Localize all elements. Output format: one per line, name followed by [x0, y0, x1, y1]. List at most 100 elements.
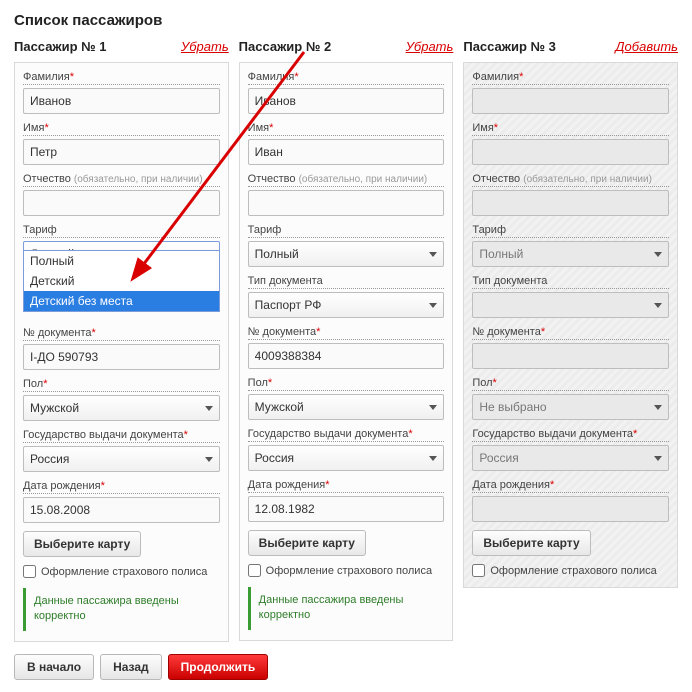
- sex-label: Пол*: [248, 377, 445, 391]
- docno-label: № документа*: [472, 326, 669, 340]
- dob-label: Дата рождения*: [23, 480, 220, 494]
- patronymic-input[interactable]: [23, 190, 220, 216]
- chevron-down-icon: [654, 405, 662, 410]
- passenger-col-2: Пассажир № 2 Убрать Фамилия* Имя* Отчест…: [239, 37, 454, 642]
- insurance-label: Оформление страхового полиса: [266, 565, 432, 577]
- passenger-columns: Пассажир № 1 Убрать Фамилия* Имя* Отчест…: [14, 37, 678, 642]
- chevron-down-icon: [429, 405, 437, 410]
- name-input[interactable]: [248, 139, 445, 165]
- select-card-button[interactable]: Выберите карту: [23, 531, 141, 557]
- surname-input[interactable]: [472, 88, 669, 114]
- chevron-down-icon: [429, 456, 437, 461]
- insurance-checkbox[interactable]: [23, 565, 36, 578]
- country-select[interactable]: Россия: [23, 446, 220, 472]
- sex-label: Пол*: [472, 377, 669, 391]
- nav-buttons: В начало Назад Продолжить: [14, 654, 678, 680]
- doctype-label: Тип документа: [472, 275, 669, 289]
- country-select[interactable]: Россия: [472, 445, 669, 471]
- country-label: Государство выдачи документа*: [248, 428, 445, 442]
- doctype-label: Тип документа: [248, 275, 445, 289]
- tariff-label: Тариф: [23, 224, 220, 238]
- insurance-label: Оформление страхового полиса: [490, 565, 656, 577]
- sex-select[interactable]: Не выбрано: [472, 394, 669, 420]
- remove-link[interactable]: Убрать: [406, 39, 454, 54]
- tariff-value: Полный: [479, 247, 523, 261]
- passenger-header: Пассажир № 2: [239, 39, 332, 54]
- tariff-option-full[interactable]: Полный: [24, 251, 219, 271]
- insurance-checkbox[interactable]: [248, 564, 261, 577]
- name-label: Имя*: [472, 122, 669, 136]
- dob-input[interactable]: [23, 497, 220, 523]
- docno-input[interactable]: [23, 344, 220, 370]
- go-start-button[interactable]: В начало: [14, 654, 94, 680]
- insurance-label: Оформление страхового полиса: [41, 566, 207, 578]
- dob-input[interactable]: [472, 496, 669, 522]
- sex-value: Мужской: [255, 400, 304, 414]
- add-link[interactable]: Добавить: [615, 39, 678, 54]
- chevron-down-icon: [654, 303, 662, 308]
- doctype-select[interactable]: Паспорт РФ: [248, 292, 445, 318]
- chevron-down-icon: [205, 457, 213, 462]
- page-title: Список пассажиров: [14, 12, 678, 29]
- back-button[interactable]: Назад: [100, 654, 162, 680]
- patronymic-label: Отчество (обязательно, при наличии): [472, 173, 669, 187]
- patronymic-label: Отчество (обязательно, при наличии): [23, 173, 220, 187]
- chevron-down-icon: [429, 303, 437, 308]
- chevron-down-icon: [654, 456, 662, 461]
- dob-input[interactable]: [248, 496, 445, 522]
- doctype-value: Паспорт РФ: [255, 298, 322, 312]
- passenger-header: Пассажир № 1: [14, 39, 107, 54]
- surname-label: Фамилия*: [472, 71, 669, 85]
- passenger-header: Пассажир № 3: [463, 39, 556, 54]
- country-label: Государство выдачи документа*: [23, 429, 220, 443]
- name-input[interactable]: [23, 139, 220, 165]
- surname-input[interactable]: [248, 88, 445, 114]
- insurance-checkbox[interactable]: [472, 564, 485, 577]
- patronymic-input[interactable]: [472, 190, 669, 216]
- country-label: Государство выдачи документа*: [472, 428, 669, 442]
- tariff-label: Тариф: [472, 224, 669, 238]
- tariff-select[interactable]: Полный: [472, 241, 669, 267]
- patronymic-label: Отчество (обязательно, при наличии): [248, 173, 445, 187]
- passenger-col-1: Пассажир № 1 Убрать Фамилия* Имя* Отчест…: [14, 37, 229, 642]
- doctype-select[interactable]: [472, 292, 669, 318]
- patronymic-input[interactable]: [248, 190, 445, 216]
- name-input[interactable]: [472, 139, 669, 165]
- surname-label: Фамилия*: [23, 71, 220, 85]
- docno-label: № документа*: [23, 327, 220, 341]
- country-value: Россия: [479, 451, 518, 465]
- country-value: Россия: [255, 451, 294, 465]
- tariff-option-child[interactable]: Детский: [24, 271, 219, 291]
- sex-value: Мужской: [30, 401, 79, 415]
- tariff-label: Тариф: [248, 224, 445, 238]
- validation-ok-msg: Данные пассажира введены корректно: [23, 588, 220, 631]
- dob-label: Дата рождения*: [248, 479, 445, 493]
- surname-input[interactable]: [23, 88, 220, 114]
- surname-label: Фамилия*: [248, 71, 445, 85]
- tariff-select[interactable]: Полный: [248, 241, 445, 267]
- chevron-down-icon: [429, 252, 437, 257]
- validation-ok-msg: Данные пассажира введены корректно: [248, 587, 445, 630]
- tariff-option-child-noseat[interactable]: Детский без места: [24, 291, 219, 311]
- sex-select[interactable]: Мужской: [248, 394, 445, 420]
- sex-select[interactable]: Мужской: [23, 395, 220, 421]
- passenger-col-3: Пассажир № 3 Добавить Фамилия* Имя* Отче…: [463, 37, 678, 642]
- docno-input[interactable]: [472, 343, 669, 369]
- sex-label: Пол*: [23, 378, 220, 392]
- remove-link[interactable]: Убрать: [181, 39, 229, 54]
- chevron-down-icon: [205, 406, 213, 411]
- continue-button[interactable]: Продолжить: [168, 654, 269, 680]
- tariff-value: Полный: [255, 247, 299, 261]
- docno-label: № документа*: [248, 326, 445, 340]
- docno-input[interactable]: [248, 343, 445, 369]
- select-card-button[interactable]: Выберите карту: [248, 530, 366, 556]
- dob-label: Дата рождения*: [472, 479, 669, 493]
- name-label: Имя*: [248, 122, 445, 136]
- chevron-down-icon: [654, 252, 662, 257]
- tariff-dropdown: Полный Детский Детский без места: [23, 250, 220, 312]
- country-value: Россия: [30, 452, 69, 466]
- sex-value: Не выбрано: [479, 400, 546, 414]
- name-label: Имя*: [23, 122, 220, 136]
- country-select[interactable]: Россия: [248, 445, 445, 471]
- select-card-button[interactable]: Выберите карту: [472, 530, 590, 556]
